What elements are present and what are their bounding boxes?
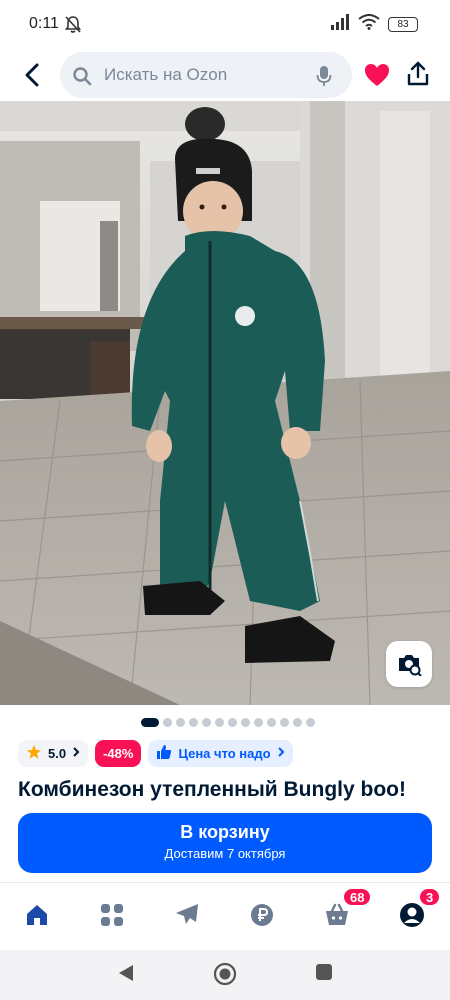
ruble-icon <box>250 903 274 932</box>
profile-notification-badge: 3 <box>418 887 442 907</box>
chevron-right-icon <box>277 746 285 761</box>
gallery-dot[interactable] <box>241 718 250 727</box>
gallery-dot[interactable] <box>293 718 302 727</box>
badges-row: 5.0 -48% Цена что надо <box>18 740 293 767</box>
chevron-right-icon <box>72 746 80 761</box>
search-icon <box>72 66 92 91</box>
gallery-dot[interactable] <box>202 718 211 727</box>
tab-profile[interactable]: 3 <box>392 887 442 937</box>
gallery-dot[interactable] <box>267 718 276 727</box>
gallery-dot[interactable] <box>141 718 159 727</box>
gallery-dot[interactable] <box>254 718 263 727</box>
product-title: Комбинезон утепленный Bungly boo! <box>18 778 406 801</box>
system-navigation-bar <box>0 950 450 1000</box>
discount-value: -48% <box>103 746 134 761</box>
search-input[interactable]: Искать на Ozon <box>60 52 352 98</box>
gallery-dot[interactable] <box>280 718 289 727</box>
heart-icon[interactable] <box>363 62 391 93</box>
back-arrow-icon[interactable] <box>18 60 48 90</box>
share-icon[interactable] <box>406 61 430 92</box>
rating-value: 5.0 <box>48 746 67 761</box>
product-photo[interactable] <box>0 101 450 705</box>
price-label-text: Цена что надо <box>178 746 271 761</box>
price-label-badge[interactable]: Цена что надо <box>148 740 293 767</box>
mute-icon <box>63 14 83 39</box>
status-bar: 0:11 83 <box>0 0 450 50</box>
back-triangle-icon[interactable] <box>116 962 136 989</box>
search-placeholder: Искать на Ozon <box>104 65 228 84</box>
star-icon <box>26 744 42 763</box>
recents-square-icon[interactable] <box>314 962 334 987</box>
delivery-date-text: Доставим 7 октября <box>164 846 286 861</box>
thumbs-up-icon <box>156 744 172 763</box>
tab-finance[interactable] <box>242 897 282 937</box>
status-time: 0:11 <box>29 15 59 32</box>
cart-button-label: В корзину <box>180 822 270 842</box>
gallery-dot[interactable] <box>189 718 198 727</box>
gallery-dot[interactable] <box>228 718 237 727</box>
tab-basket[interactable]: 68 <box>317 887 373 937</box>
profile-icon <box>399 902 425 933</box>
tab-catalog[interactable] <box>92 897 132 937</box>
gallery-dot[interactable] <box>176 718 185 727</box>
rating-badge[interactable]: 5.0 <box>18 740 89 767</box>
gallery-dot[interactable] <box>306 718 315 727</box>
signal-icon <box>330 14 350 35</box>
catalog-icon <box>100 903 124 932</box>
home-icon <box>25 903 49 932</box>
gallery-indicator <box>141 718 315 727</box>
header: Искать на Ozon <box>0 50 450 100</box>
wifi-icon <box>358 14 380 35</box>
home-circle-icon[interactable] <box>213 962 237 991</box>
tab-travel[interactable] <box>167 897 207 937</box>
gallery-dot[interactable] <box>163 718 172 727</box>
discount-badge: -48% <box>95 740 142 767</box>
add-to-cart-button[interactable]: В корзину Доставим 7 октября <box>18 813 432 873</box>
basket-count-badge: 68 <box>342 887 373 907</box>
basket-icon <box>324 903 350 932</box>
mic-icon[interactable] <box>316 65 332 92</box>
bottom-tab-bar: 68 3 <box>0 882 450 948</box>
battery-icon: 83 <box>388 17 418 32</box>
gallery-dot[interactable] <box>215 718 224 727</box>
airplane-icon <box>174 902 200 933</box>
tab-home[interactable] <box>17 897 57 937</box>
camera-search-icon[interactable] <box>386 641 432 687</box>
